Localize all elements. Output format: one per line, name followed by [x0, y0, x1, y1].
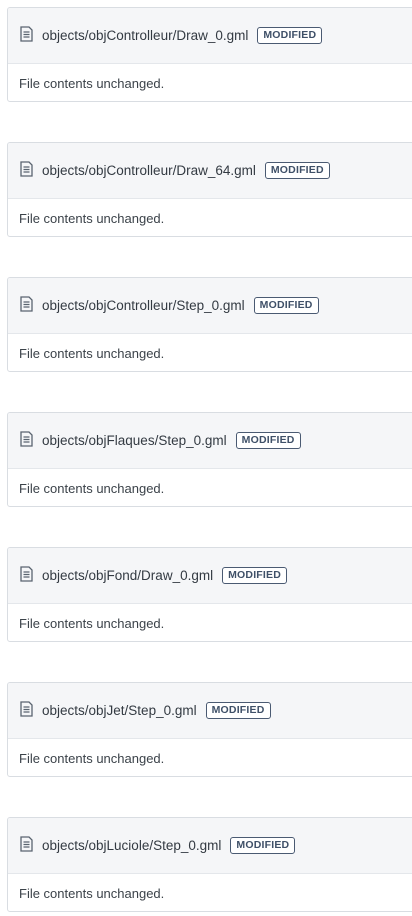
document-icon — [20, 835, 33, 852]
file-body: File contents unchanged. — [8, 739, 412, 776]
modified-badge: MODIFIED — [235, 432, 301, 449]
file-path[interactable]: objects/objLuciole/Step_0.gml — [42, 838, 221, 853]
file-diff-card: objects/objJet/Step_0.gml MODIFIED File … — [7, 682, 412, 777]
file-body: File contents unchanged. — [8, 874, 412, 911]
file-diff-card: objects/objFlaques/Step_0.gml MODIFIED F… — [7, 412, 412, 507]
file-diff-card: objects/objControlleur/Step_0.gml MODIFI… — [7, 277, 412, 372]
file-body: File contents unchanged. — [8, 604, 412, 641]
file-path[interactable]: objects/objControlleur/Draw_0.gml — [42, 28, 248, 43]
file-header[interactable]: objects/objControlleur/Draw_0.gml MODIFI… — [8, 8, 412, 64]
file-diff-card: objects/objLuciole/Step_0.gml MODIFIED F… — [7, 817, 412, 912]
file-status-text: File contents unchanged. — [19, 75, 165, 91]
file-diff-card: objects/objFond/Draw_0.gml MODIFIED File… — [7, 547, 412, 642]
file-path[interactable]: objects/objControlleur/Step_0.gml — [42, 298, 245, 313]
modified-badge: MODIFIED — [257, 27, 323, 44]
file-header[interactable]: objects/objLuciole/Step_0.gml MODIFIED — [8, 818, 412, 874]
file-status-text: File contents unchanged. — [19, 480, 165, 496]
modified-badge: MODIFIED — [253, 297, 319, 314]
file-header[interactable]: objects/objJet/Step_0.gml MODIFIED — [8, 683, 412, 739]
modified-badge: MODIFIED — [264, 162, 330, 179]
file-header[interactable]: objects/objControlleur/Step_0.gml MODIFI… — [8, 278, 412, 334]
file-diff-card: objects/objControlleur/Draw_0.gml MODIFI… — [7, 7, 412, 102]
file-status-text: File contents unchanged. — [19, 345, 165, 361]
document-icon — [20, 430, 33, 447]
file-body: File contents unchanged. — [8, 334, 412, 371]
document-icon — [20, 295, 33, 312]
file-body: File contents unchanged. — [8, 469, 412, 506]
file-path[interactable]: objects/objJet/Step_0.gml — [42, 703, 197, 718]
file-path[interactable]: objects/objControlleur/Draw_64.gml — [42, 163, 256, 178]
file-status-text: File contents unchanged. — [19, 885, 165, 901]
file-status-text: File contents unchanged. — [19, 210, 165, 226]
file-body: File contents unchanged. — [8, 64, 412, 101]
document-icon — [20, 700, 33, 717]
file-status-text: File contents unchanged. — [19, 750, 165, 766]
file-body: File contents unchanged. — [8, 199, 412, 236]
modified-badge: MODIFIED — [222, 567, 288, 584]
file-header[interactable]: objects/objFond/Draw_0.gml MODIFIED — [8, 548, 412, 604]
document-icon — [20, 160, 33, 177]
modified-badge: MODIFIED — [205, 702, 271, 719]
file-path[interactable]: objects/objFond/Draw_0.gml — [42, 568, 213, 583]
file-status-text: File contents unchanged. — [19, 615, 165, 631]
file-header[interactable]: objects/objFlaques/Step_0.gml MODIFIED — [8, 413, 412, 469]
modified-badge: MODIFIED — [230, 837, 296, 854]
file-diff-card: objects/objControlleur/Draw_64.gml MODIF… — [7, 142, 412, 237]
file-header[interactable]: objects/objControlleur/Draw_64.gml MODIF… — [8, 143, 412, 199]
document-icon — [20, 565, 33, 582]
document-icon — [20, 25, 33, 42]
file-path[interactable]: objects/objFlaques/Step_0.gml — [42, 433, 227, 448]
file-diff-list: objects/objControlleur/Draw_0.gml MODIFI… — [0, 0, 412, 916]
